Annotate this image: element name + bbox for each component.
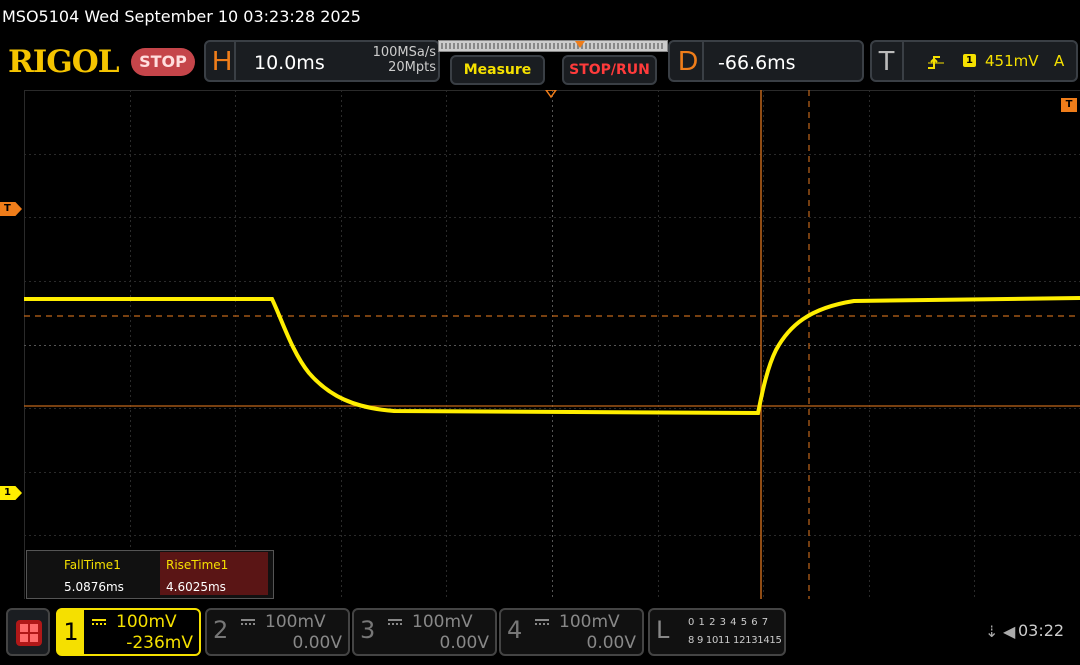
divider	[902, 40, 904, 82]
falltime-value: 5.0876ms	[64, 580, 124, 594]
channel2-offset: 0.00V	[292, 633, 342, 653]
channel3-number: 3	[360, 616, 376, 644]
acquisition-info: 100MSa/s 20Mpts	[336, 45, 436, 75]
channel4-scale: 100mV	[559, 612, 620, 632]
speaker-icon[interactable]: ◀	[1003, 622, 1015, 641]
logic-letter: L	[656, 616, 670, 644]
stop-run-button[interactable]: STOP/RUN	[562, 55, 657, 85]
device-title: MSO5104 Wed September 10 03:23:28 2025	[2, 7, 361, 26]
channel4-number: 4	[507, 616, 523, 644]
channel2-scale: 100mV	[265, 612, 326, 632]
channel1-number: 1	[58, 610, 84, 654]
delay-value: -66.6ms	[718, 52, 796, 74]
channel3-offset: 0.00V	[439, 633, 489, 653]
trigger-mode: A	[1054, 52, 1065, 70]
channel3-box[interactable]: 3 100mV 0.00V	[352, 608, 497, 656]
logic-analyzer-box[interactable]: L 0 1 2 3 4 5 6 7 8 9 1011 12131415	[648, 608, 786, 656]
waveform-plot[interactable]	[24, 90, 1080, 599]
channel4-offset: 0.00V	[586, 633, 636, 653]
trigger-position-marker	[575, 41, 585, 48]
delay-panel[interactable]: D -66.6ms	[668, 40, 864, 82]
rising-edge-icon	[928, 56, 944, 69]
dc-coupling-icon	[535, 619, 549, 625]
horizontal-panel[interactable]: H 10.0ms 100MSa/s 20Mpts	[204, 40, 440, 82]
run-state-badge[interactable]: STOP	[131, 48, 195, 76]
horizontal-letter: H	[212, 45, 233, 76]
logic-channels-row1: 0 1 2 3 4 5 6 7	[688, 617, 769, 628]
channel1-offset: -236mV	[126, 633, 193, 653]
trigger-level: 451mV	[985, 52, 1039, 70]
logic-channels-row2: 8 9 1011 12131415	[688, 635, 782, 646]
usb-icon: ⇣	[985, 622, 999, 641]
clock-time: 03:22	[1018, 621, 1065, 640]
channel1-scale: 100mV	[116, 612, 177, 632]
title-bar: MSO5104 Wed September 10 03:23:28 2025	[0, 0, 1080, 34]
grid-menu-icon	[16, 620, 42, 646]
channel1-box[interactable]: 1 100mV -236mV	[56, 608, 201, 656]
sample-rate: 100MSa/s	[372, 45, 436, 60]
risetime-value: 4.6025ms	[166, 580, 226, 594]
trigger-source-badge: 1	[963, 54, 976, 67]
rigol-logo: RIGOL	[8, 44, 120, 80]
memory-overview-hatch	[441, 43, 665, 49]
memory-overview-bar[interactable]	[438, 40, 668, 52]
graticule	[24, 90, 1080, 599]
dc-coupling-icon	[241, 619, 255, 625]
trigger-position-top-marker	[545, 90, 557, 99]
memory-depth: 20Mpts	[388, 60, 436, 75]
trigger-offscreen-marker: T	[1061, 98, 1077, 112]
channel1-offset-marker[interactable]: 1	[0, 486, 22, 500]
trigger-panel[interactable]: T 1 451mV A	[870, 40, 1078, 82]
channel4-box[interactable]: 4 100mV 0.00V	[499, 608, 644, 656]
measure-button[interactable]: Measure	[450, 55, 545, 85]
channel2-number: 2	[213, 616, 229, 644]
risetime-label: RiseTime1	[166, 558, 229, 572]
dc-coupling-icon	[92, 619, 106, 625]
divider	[234, 40, 236, 82]
trigger-letter: T	[878, 45, 896, 76]
trigger-level-marker[interactable]: T	[0, 202, 22, 216]
falltime-label: FallTime1	[64, 558, 121, 572]
menu-button[interactable]	[6, 608, 50, 656]
dc-coupling-icon	[388, 619, 402, 625]
delay-letter: D	[678, 45, 699, 76]
timebase-value: 10.0ms	[254, 52, 325, 74]
divider	[702, 40, 704, 82]
channel3-scale: 100mV	[412, 612, 473, 632]
channel2-box[interactable]: 2 100mV 0.00V	[205, 608, 350, 656]
